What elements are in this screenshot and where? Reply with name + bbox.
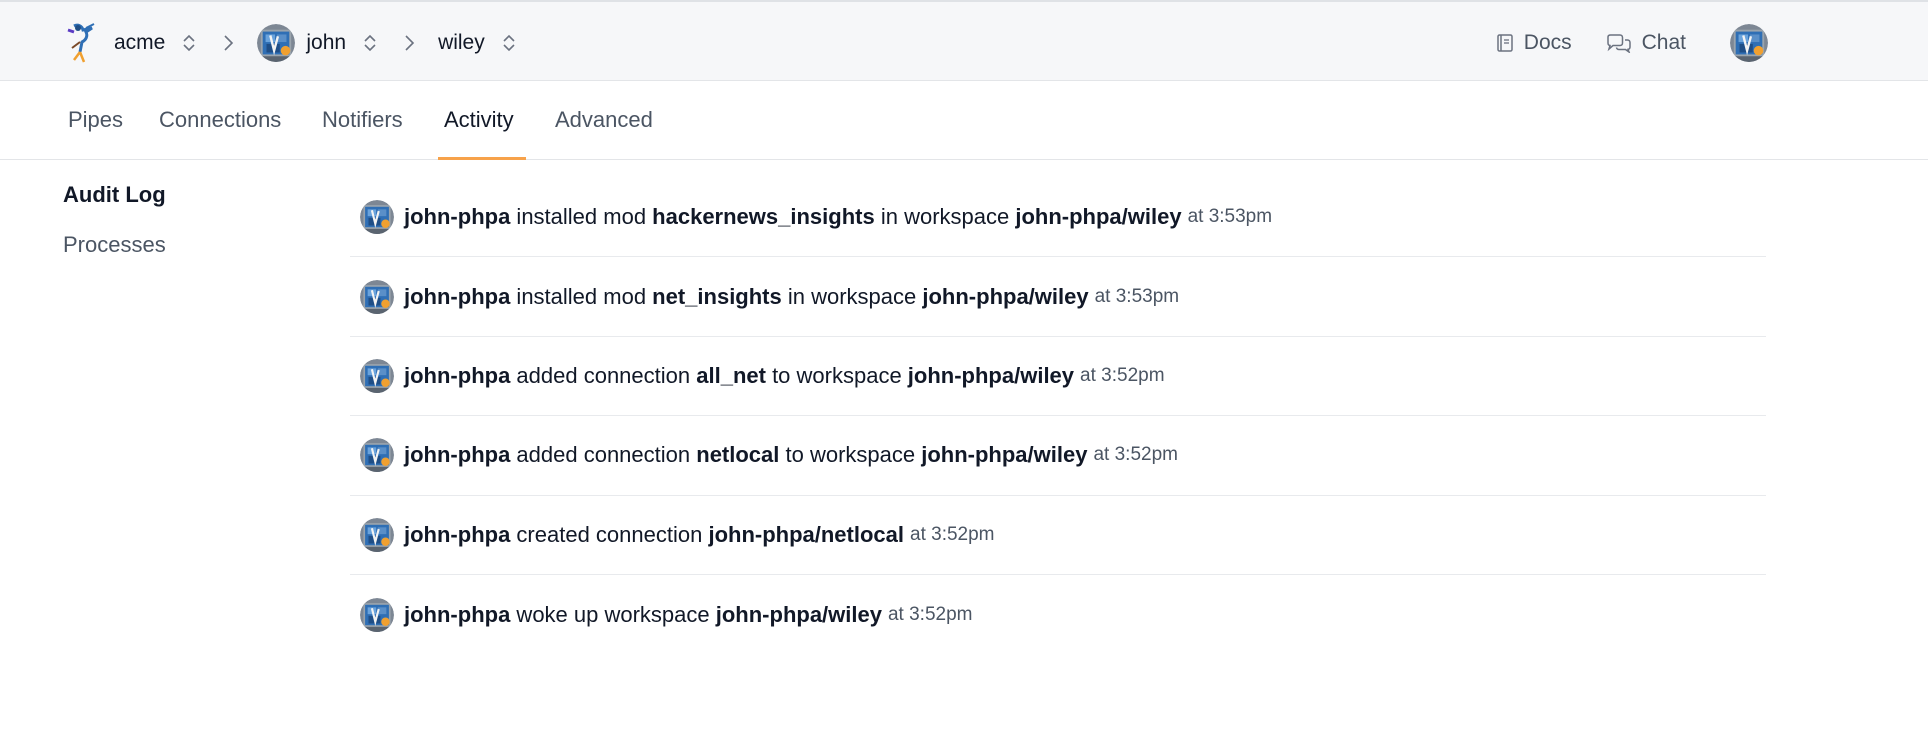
target-name[interactable]: john-phpa/wiley (1015, 204, 1181, 230)
activity-row: john-phpa added connection all_net to wo… (350, 337, 1766, 417)
object-name[interactable]: net_insights (652, 284, 782, 310)
actor-avatar (360, 438, 394, 472)
active-tab-indicator (438, 157, 526, 160)
book-icon (1497, 34, 1513, 52)
actor-name[interactable]: john-phpa (404, 284, 510, 310)
object-name[interactable]: all_net (696, 363, 766, 389)
action-text: installed mod (510, 204, 653, 230)
object-name[interactable]: hackernews_insights (652, 204, 875, 230)
target-name[interactable]: john-phpa/wiley (922, 284, 1088, 310)
actor-name[interactable]: john-phpa (404, 602, 510, 628)
user-name[interactable]: john (306, 31, 346, 55)
chevron-right-icon (224, 35, 234, 51)
activity-row: john-phpa installed mod hackernews_insig… (350, 178, 1766, 258)
org-name[interactable]: acme (114, 31, 165, 55)
activity-row: john-phpa installed mod net_insights in … (350, 257, 1766, 337)
tab-connections[interactable]: Connections (159, 107, 281, 133)
account-avatar[interactable] (1730, 24, 1768, 62)
docs-link[interactable]: Docs (1496, 31, 1572, 55)
actor-name[interactable]: john-phpa (404, 522, 510, 548)
sidebar-item-audit-log[interactable]: Audit Log (63, 182, 166, 208)
activity-row: john-phpa created connection john-phpa/n… (350, 496, 1766, 575)
timestamp: at 3:52pm (887, 603, 973, 625)
object-name[interactable]: john-phpa/wiley (716, 602, 882, 628)
object-name[interactable]: netlocal (696, 442, 779, 468)
timestamp: at 3:53pm (1187, 206, 1273, 228)
org-switcher-icon[interactable] (181, 32, 197, 54)
roadrunner-logo-icon[interactable] (64, 22, 100, 64)
action-text: woke up workspace (510, 601, 716, 627)
actor-avatar (360, 518, 394, 552)
action-text: added connection (510, 362, 697, 388)
workspace-switcher-icon[interactable] (501, 32, 517, 54)
user-avatar[interactable] (257, 24, 295, 62)
actor-name[interactable]: john-phpa (404, 363, 510, 389)
top-bar: acme john wiley Docs Chat (0, 0, 1928, 81)
tab-advanced[interactable]: Advanced (555, 107, 653, 133)
preposition-text: in workspace (874, 204, 1016, 230)
chat-link[interactable]: Chat (1606, 31, 1686, 55)
docs-label: Docs (1523, 31, 1572, 54)
workspace-name[interactable]: wiley (438, 31, 485, 55)
preposition-text: to workspace (779, 442, 922, 468)
activity-list: john-phpa installed mod hackernews_insig… (350, 178, 1766, 654)
action-text: created connection (510, 521, 709, 547)
chat-bubbles-icon (1606, 34, 1631, 53)
tab-activity[interactable]: Activity (444, 107, 514, 133)
actor-avatar (360, 359, 394, 393)
timestamp: at 3:53pm (1094, 285, 1180, 307)
chat-label: Chat (1641, 31, 1686, 54)
timestamp: at 3:52pm (1093, 444, 1178, 466)
object-name[interactable]: john-phpa/netlocal (708, 522, 904, 548)
action-text: added connection (510, 442, 697, 468)
tab-notifiers[interactable]: Notifiers (322, 107, 403, 133)
actor-avatar (360, 598, 394, 632)
workspace-tabs: Pipes Connections Notifiers Activity Adv… (0, 81, 1928, 160)
activity-row: john-phpa woke up workspace john-phpa/wi… (350, 575, 1766, 654)
timestamp: at 3:52pm (910, 523, 995, 545)
top-nav: Docs Chat (1496, 22, 1768, 64)
target-name[interactable]: john-phpa/wiley (921, 442, 1087, 468)
chevron-right-icon (405, 35, 415, 51)
tab-pipes[interactable]: Pipes (68, 107, 123, 133)
action-text: installed mod (510, 283, 653, 309)
breadcrumb: acme john wiley (64, 22, 517, 64)
preposition-text: to workspace (765, 362, 908, 388)
sidebar-item-processes[interactable]: Processes (63, 232, 166, 258)
actor-name[interactable]: john-phpa (404, 442, 510, 468)
target-name[interactable]: john-phpa/wiley (908, 363, 1074, 389)
actor-avatar (360, 280, 394, 314)
actor-avatar (360, 200, 394, 234)
timestamp: at 3:52pm (1080, 364, 1165, 386)
activity-row: john-phpa added connection netlocal to w… (350, 416, 1766, 496)
user-switcher-icon[interactable] (362, 32, 378, 54)
actor-name[interactable]: john-phpa (404, 204, 510, 230)
preposition-text: in workspace (781, 283, 923, 309)
